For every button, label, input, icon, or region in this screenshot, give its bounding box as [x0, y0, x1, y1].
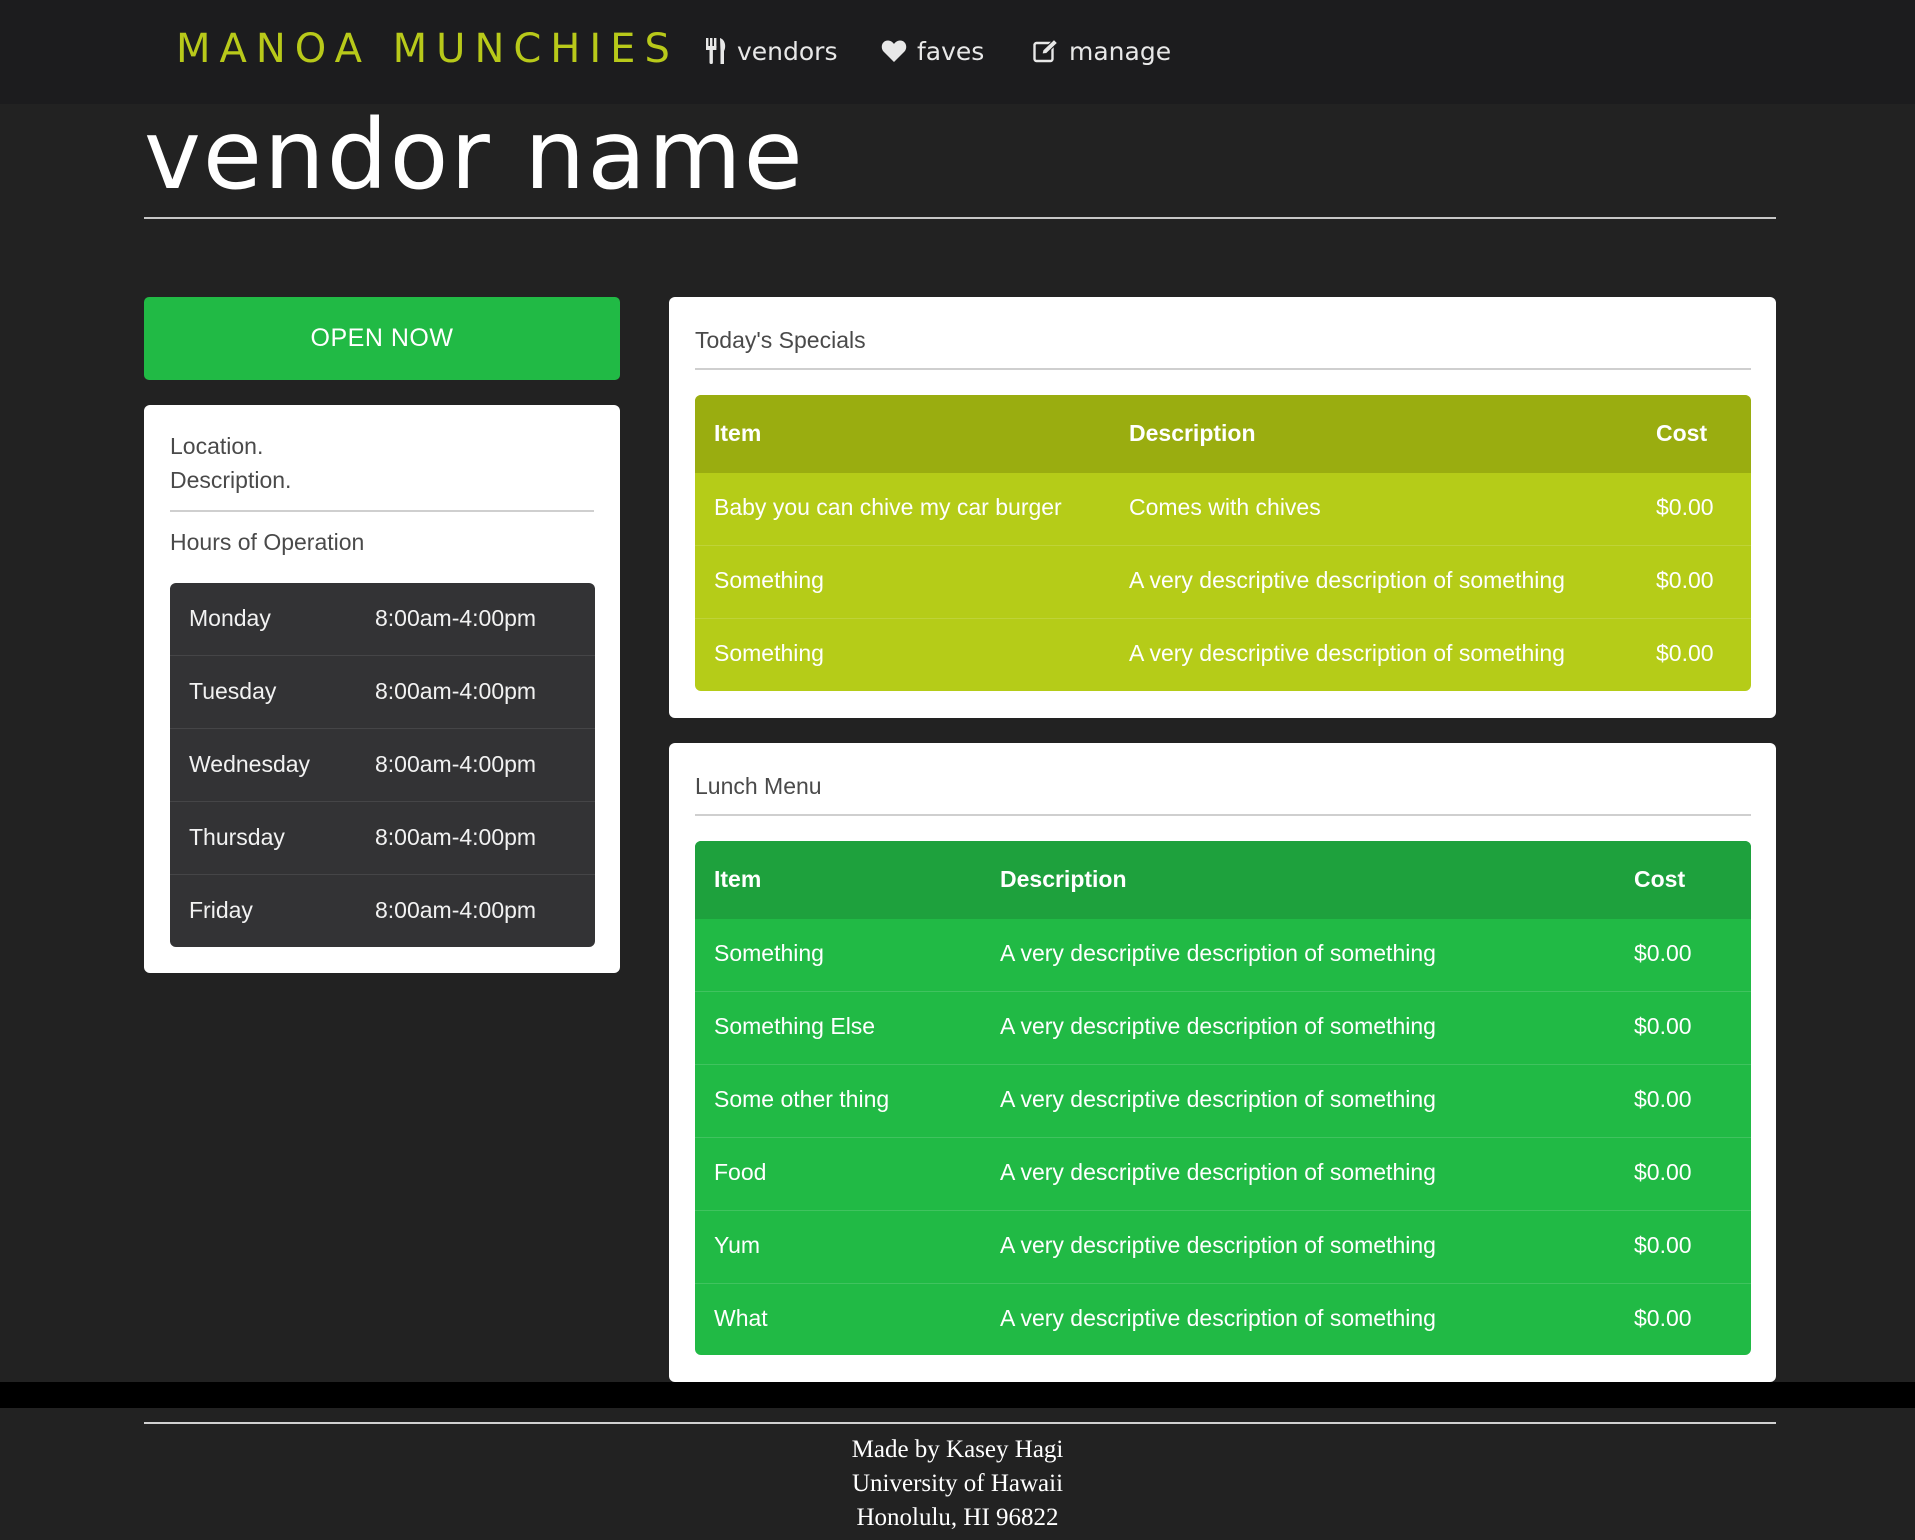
item-description: A very descriptive description of someth…	[1000, 940, 1436, 966]
page-title: vendor name	[144, 99, 805, 211]
nav-label-faves: faves	[917, 36, 985, 66]
nav-item-faves[interactable]: faves	[881, 34, 984, 68]
table-row: Something A very descriptive description…	[695, 919, 1751, 992]
hours-row-friday: Friday 8:00am-4:00pm	[170, 875, 595, 947]
item-description: A very descriptive description of someth…	[1000, 1013, 1436, 1039]
table-row: Some other thing A very descriptive desc…	[695, 1065, 1751, 1138]
vendor-description: Description.	[170, 467, 292, 493]
item-name: Something	[714, 640, 824, 666]
item-name: Some other thing	[714, 1086, 890, 1112]
hours-time: 8:00am-4:00pm	[375, 678, 537, 704]
item-description: A very descriptive description of someth…	[1000, 1232, 1436, 1258]
column-header-item: Item	[714, 866, 762, 892]
lunch-table: Item Description Cost Something A very d…	[695, 841, 1751, 1355]
top-navbar: MANOA MUNCHIES vendors faves manage	[0, 0, 1915, 104]
brand-logo[interactable]: MANOA MUNCHIES	[176, 26, 679, 72]
hours-day: Monday	[189, 605, 271, 631]
lunch-menu-card: Lunch Menu Item Description Cost Somethi…	[669, 743, 1776, 1382]
lunch-divider	[695, 814, 1751, 816]
item-cost: $0.00	[1634, 1232, 1692, 1258]
table-row: Baby you can chive my car burger Comes w…	[695, 473, 1751, 546]
item-name: Something	[714, 567, 824, 593]
open-now-button[interactable]: OPEN NOW	[144, 297, 620, 380]
hours-row-wednesday: Wednesday 8:00am-4:00pm	[170, 729, 595, 802]
footer-credit: Made by Kasey Hagi	[851, 1436, 1064, 1463]
specials-table-header: Item Description Cost	[695, 395, 1751, 473]
column-header-description: Description	[1000, 866, 1127, 892]
nav-item-vendors[interactable]: vendors	[705, 34, 838, 68]
heart-icon	[881, 39, 907, 63]
hours-day: Friday	[189, 897, 253, 923]
item-cost: $0.00	[1656, 567, 1714, 593]
title-divider	[144, 217, 1776, 219]
item-cost: $0.00	[1634, 940, 1692, 966]
utensils-icon	[705, 38, 727, 64]
specials-card: Today's Specials Item Description Cost B…	[669, 297, 1776, 718]
nav-item-manage[interactable]: manage	[1033, 34, 1171, 68]
hours-day: Thursday	[189, 824, 285, 850]
column-header-cost: Cost	[1656, 420, 1708, 446]
hours-row-thursday: Thursday 8:00am-4:00pm	[170, 802, 595, 875]
item-name: What	[714, 1305, 768, 1331]
hours-time: 8:00am-4:00pm	[375, 605, 537, 631]
vendor-location: Location.	[170, 433, 264, 459]
lunch-table-header: Item Description Cost	[695, 841, 1751, 919]
item-description: A very descriptive description of someth…	[1129, 567, 1565, 593]
table-row: Something A very descriptive description…	[695, 619, 1751, 691]
item-cost: $0.00	[1656, 640, 1714, 666]
specials-heading: Today's Specials	[695, 327, 866, 353]
table-row: Something A very descriptive description…	[695, 546, 1751, 619]
item-description: A very descriptive description of someth…	[1000, 1159, 1436, 1185]
hours-row-tuesday: Tuesday 8:00am-4:00pm	[170, 656, 595, 729]
table-row: What A very descriptive description of s…	[695, 1284, 1751, 1355]
hours-time: 8:00am-4:00pm	[375, 897, 537, 923]
footer-address: Honolulu, HI 96822	[856, 1504, 1059, 1531]
hours-time: 8:00am-4:00pm	[375, 824, 537, 850]
item-name: Something Else	[714, 1013, 876, 1039]
nav-label-vendors: vendors	[737, 36, 838, 66]
info-divider	[170, 510, 594, 512]
footer-divider	[144, 1422, 1776, 1424]
hours-table: Monday 8:00am-4:00pm Tuesday 8:00am-4:00…	[170, 583, 595, 947]
table-row: Yum A very descriptive description of so…	[695, 1211, 1751, 1284]
footer-university: University of Hawaii	[851, 1470, 1064, 1497]
page-footer: Made by Kasey Hagi University of Hawaii …	[0, 1408, 1915, 1540]
hours-day: Wednesday	[189, 751, 311, 777]
hours-day: Tuesday	[189, 678, 277, 704]
column-header-description: Description	[1129, 420, 1256, 446]
specials-divider	[695, 368, 1751, 370]
item-cost: $0.00	[1634, 1013, 1692, 1039]
vendor-info-card: Location. Description. Hours of Operatio…	[144, 405, 620, 973]
hours-row-monday: Monday 8:00am-4:00pm	[170, 583, 595, 656]
edit-icon	[1033, 39, 1059, 63]
column-header-item: Item	[714, 420, 762, 446]
specials-table: Item Description Cost Baby you can chive…	[695, 395, 1751, 691]
lunch-heading: Lunch Menu	[695, 773, 822, 799]
item-cost: $0.00	[1634, 1159, 1692, 1185]
item-name: Something	[714, 940, 824, 966]
nav-label-manage: manage	[1069, 36, 1172, 66]
hours-time: 8:00am-4:00pm	[375, 751, 537, 777]
item-cost: $0.00	[1634, 1086, 1692, 1112]
item-name: Baby you can chive my car burger	[714, 494, 1062, 520]
item-cost: $0.00	[1656, 494, 1714, 520]
footer-separator-bar	[0, 1382, 1915, 1408]
column-header-cost: Cost	[1634, 866, 1686, 892]
item-description: A very descriptive description of someth…	[1000, 1086, 1436, 1112]
item-description: A very descriptive description of someth…	[1000, 1305, 1436, 1331]
item-description: Comes with chives	[1129, 494, 1321, 520]
item-name: Yum	[714, 1232, 761, 1258]
item-cost: $0.00	[1634, 1305, 1692, 1331]
table-row: Something Else A very descriptive descri…	[695, 992, 1751, 1065]
item-description: A very descriptive description of someth…	[1129, 640, 1565, 666]
hours-heading: Hours of Operation	[170, 529, 365, 555]
item-name: Food	[714, 1159, 767, 1185]
table-row: Food A very descriptive description of s…	[695, 1138, 1751, 1211]
